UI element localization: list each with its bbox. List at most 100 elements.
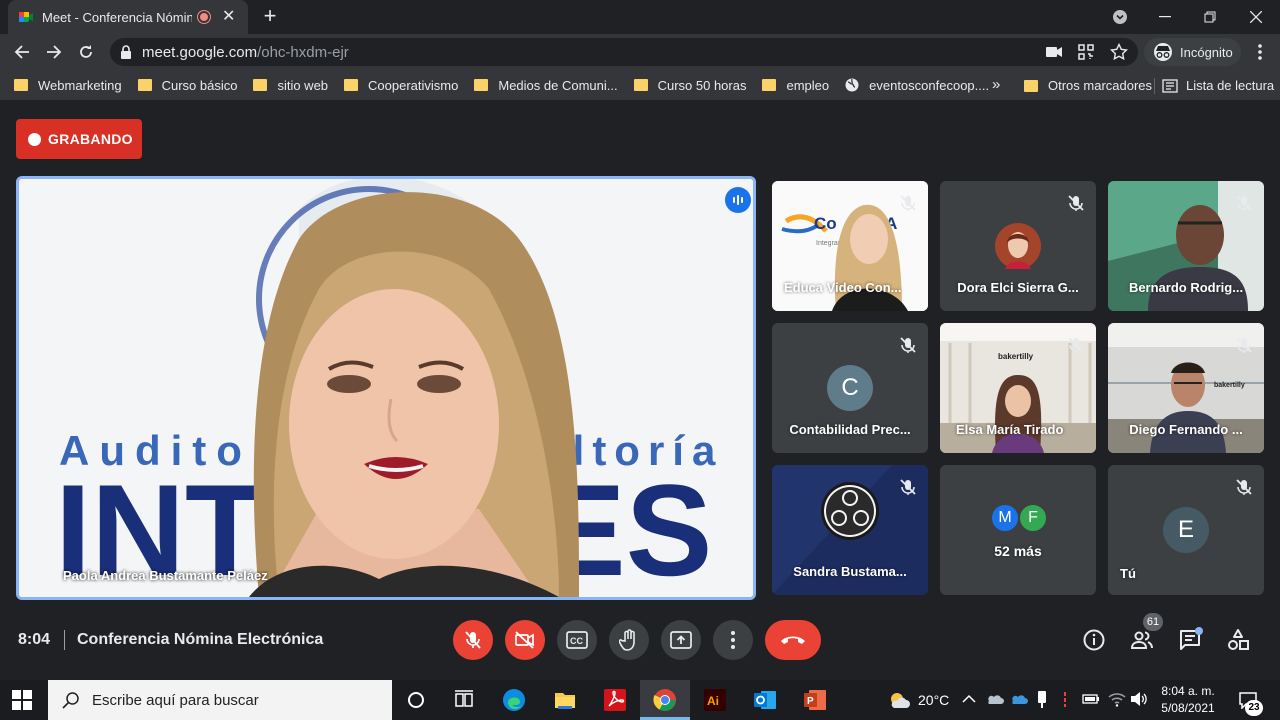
wifi-icon[interactable] [1108,691,1126,707]
hang-up-icon [781,636,805,644]
bookmarks-overflow-icon[interactable]: » [992,76,1000,93]
volume-icon[interactable] [1130,691,1148,707]
captions-icon: CC [566,631,588,649]
bookmark-item[interactable]: Curso 50 horas [633,78,746,93]
camera-toggle-button[interactable] [505,620,545,660]
forward-icon[interactable] [42,40,66,64]
self-tile[interactable]: E Tú [1108,465,1264,595]
app-alert-icon[interactable] [1060,690,1070,710]
bookmark-item[interactable]: Curso básico [137,78,237,93]
lock-icon[interactable] [120,45,132,59]
weather-sun-cloud-icon[interactable] [888,691,910,709]
bookmark-item[interactable]: eventosconfecoop.... [845,78,989,93]
avatar [995,223,1041,269]
tab-title: Meet - Conferencia Nómina [42,9,192,25]
participant-name: Diego Fernando ... [1129,422,1243,437]
bookmark-item[interactable]: sitio web [253,78,328,93]
file-explorer-icon[interactable] [553,688,577,712]
folder-icon [474,79,489,91]
chrome-icon[interactable] [653,688,677,712]
acrobat-icon[interactable] [603,688,627,712]
outlook-icon[interactable] [753,688,777,712]
battery-icon[interactable] [1082,692,1100,706]
tab-recording-icon [198,11,210,23]
chevron-up-icon[interactable] [962,694,976,704]
chrome-menu-icon[interactable] [1248,40,1272,64]
back-icon[interactable] [10,40,34,64]
hand-icon [619,629,635,651]
powerpoint-icon[interactable]: P [803,688,827,712]
bookmarks-divider [1154,78,1155,94]
main-speaker-tile[interactable]: Audito ultoría INT ES Paola Andrea Busta… [16,176,756,600]
reading-list-icon [1162,78,1178,93]
qr-code-icon[interactable] [1078,44,1094,60]
windows-taskbar: Escribe aquí para buscar Ai P 20°C 8:04 … [0,680,1280,720]
participant-tile[interactable]: Co op A a Integrando pa Educa Video Con.… [772,181,928,311]
restore-icon[interactable] [1190,4,1230,30]
edge-icon[interactable] [502,688,526,712]
microphone-toggle-button[interactable] [453,620,493,660]
minimize-icon[interactable] [1145,4,1185,30]
more-participants-tile[interactable]: M F 52 más [940,465,1096,595]
people-icon[interactable] [1130,628,1154,652]
present-screen-button[interactable] [661,620,701,660]
new-tab-button[interactable]: + [258,5,282,29]
globe-icon [845,78,859,92]
meeting-time: 8:04 [18,631,51,648]
taskbar-clock[interactable]: 8:04 a. m. 5/08/2021 [1150,683,1226,717]
bookmark-item[interactable]: Webmarketing [14,78,122,93]
captions-button[interactable]: CC [557,620,597,660]
mic-off-icon [1236,337,1252,353]
mic-off-icon [1236,195,1252,211]
taskbar-search-box[interactable]: Escribe aquí para buscar [48,680,392,720]
participant-tile[interactable]: Dora Elci Sierra G... [940,181,1096,311]
participant-tile[interactable]: C Contabilidad Prec... [772,323,928,453]
participant-name: Contabilidad Prec... [789,422,911,437]
people-count-badge: 61 [1143,613,1163,631]
leave-call-button[interactable] [765,620,821,660]
weather-temperature[interactable]: 20°C [918,692,949,708]
incognito-label: Incógnito [1180,44,1233,60]
chat-unread-dot [1195,627,1203,635]
browser-toolbar: meet.google.com/ohc-hxdm-ejr Incógnito [0,34,1280,70]
activities-icon[interactable] [1226,628,1250,652]
mic-off-icon [900,479,916,495]
bookmark-item[interactable]: empleo [762,78,829,93]
participant-tile[interactable]: bakertilly Diego Fernando ... [1108,323,1264,453]
usb-device-icon[interactable] [1036,690,1048,710]
folder-icon [14,79,28,91]
profile-menu-icon[interactable] [1100,4,1140,30]
folder-icon [137,79,152,91]
windows-start-icon[interactable] [12,690,32,710]
mic-off-icon [1068,195,1084,211]
close-window-icon[interactable] [1236,4,1276,30]
onedrive-business-icon[interactable] [1010,691,1028,707]
incognito-profile-button[interactable]: Incógnito [1144,38,1241,66]
bookmark-item[interactable]: Medios de Comuni... [474,78,618,93]
raise-hand-button[interactable] [609,620,649,660]
mic-off-icon [1236,479,1252,495]
reload-icon[interactable] [74,40,98,64]
svg-text:P: P [807,696,814,707]
participant-tile[interactable]: Bernardo Rodrig... [1108,181,1264,311]
camera-in-use-icon[interactable] [1046,45,1062,59]
bookmark-star-icon[interactable] [1110,43,1128,61]
cortana-icon[interactable] [404,688,428,712]
tab-close-icon[interactable]: ✕ [222,9,235,25]
reading-list[interactable]: Lista de lectura [1162,78,1274,93]
folder-icon [253,79,268,91]
avatar-initial: M [990,503,1020,533]
task-view-icon[interactable] [452,688,476,712]
mic-off-icon [900,195,916,211]
bookmark-item[interactable]: Cooperativismo [344,78,458,93]
browser-tab-meet[interactable]: Meet - Conferencia Nómina ✕ [8,0,248,34]
participant-tile[interactable]: bakertilly Elsa María Tirado [940,323,1096,453]
obs-logo-icon [821,482,879,540]
illustrator-icon[interactable]: Ai [703,688,727,712]
address-bar[interactable]: meet.google.com/ohc-hxdm-ejr [110,38,1138,66]
other-bookmarks[interactable]: Otros marcadores [1024,78,1152,93]
onedrive-icon[interactable] [986,691,1004,707]
more-options-button[interactable] [713,620,753,660]
participant-tile[interactable]: Sandra Bustama... [772,465,928,595]
meeting-details-icon[interactable] [1082,628,1106,652]
